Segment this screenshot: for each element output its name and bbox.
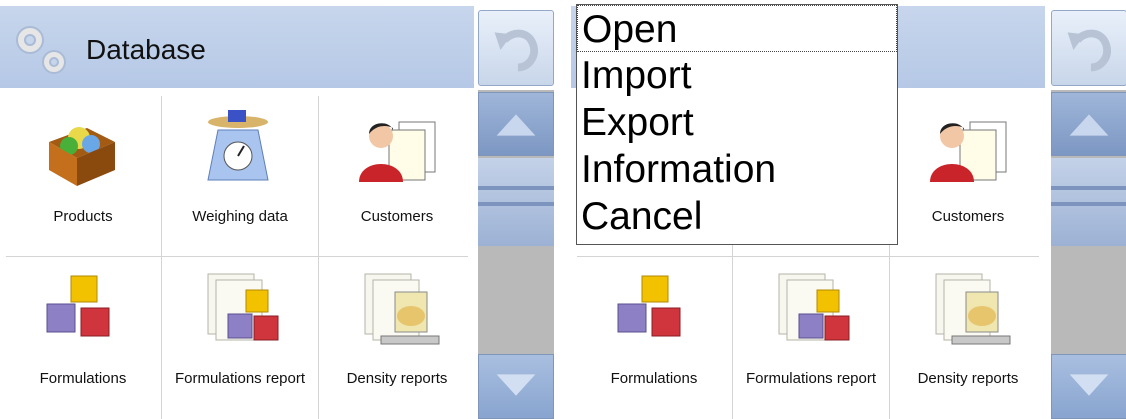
database-screen-left: Database Products Weighing data Customer… (0, 0, 556, 419)
tile-formulations-report[interactable]: Formulations report (734, 258, 888, 417)
scroll-up-button[interactable] (1051, 92, 1126, 156)
density-report-icon (364, 273, 440, 345)
tile-products[interactable]: Products (6, 96, 160, 255)
tile-formulations-report[interactable]: Formulations report (163, 258, 317, 417)
menu-item-open[interactable]: Open (577, 5, 897, 52)
scale-icon (207, 110, 269, 181)
tile-grid: Products Weighing data Customers Formula… (6, 96, 474, 419)
tile-formulations[interactable]: Formulations (6, 258, 160, 417)
tile-label: Customers (931, 208, 1005, 225)
tile-label: Customers (360, 208, 434, 225)
menu-item-information[interactable]: Information (577, 146, 897, 193)
formulation-report-icon (778, 273, 850, 341)
divider (6, 256, 468, 257)
scroll-down-button[interactable] (478, 354, 554, 419)
customer-icon (359, 121, 436, 182)
tile-label: Density reports (917, 370, 1019, 387)
tile-density-reports[interactable]: Density reports (891, 258, 1045, 417)
arrow-down-icon (1069, 374, 1109, 396)
undo-arrow-icon (1067, 29, 1111, 72)
back-button[interactable] (478, 10, 554, 86)
tile-weighing-data[interactable]: Weighing data (163, 96, 317, 255)
divider (161, 96, 162, 419)
arrow-up-icon (496, 114, 536, 136)
arrow-up-icon (1069, 114, 1109, 136)
tile-customers[interactable]: Customers (891, 96, 1045, 255)
divider (318, 96, 319, 419)
scrollbar[interactable] (1051, 90, 1126, 419)
cubes-icon (617, 275, 681, 337)
header-bar: Database (0, 6, 474, 88)
menu-item-import[interactable]: Import (577, 52, 897, 99)
customer-icon (930, 121, 1007, 182)
tile-label: Weighing data (192, 208, 288, 225)
gears-icon (16, 26, 66, 74)
density-report-icon (935, 273, 1011, 345)
page-title: Database (86, 34, 206, 65)
scroll-thumb[interactable] (1051, 158, 1126, 246)
tile-customers[interactable]: Customers (320, 96, 474, 255)
scroll-thumb[interactable] (478, 158, 554, 246)
tile-label: Formulations report (745, 370, 877, 387)
back-button[interactable] (1051, 10, 1126, 86)
tile-label: Formulations (610, 370, 698, 387)
tile-label: Products (53, 208, 113, 225)
menu-item-export[interactable]: Export (577, 99, 897, 146)
tile-density-reports[interactable]: Density reports (320, 258, 474, 417)
divider (577, 256, 1039, 257)
scroll-down-button[interactable] (1051, 354, 1126, 419)
tile-label: Formulations report (174, 370, 306, 387)
tile-formulations[interactable]: Formulations (577, 258, 731, 417)
tile-label: Formulations (39, 370, 127, 387)
scrollbar[interactable] (478, 90, 554, 419)
scroll-up-button[interactable] (478, 92, 554, 156)
menu-item-cancel[interactable]: Cancel (577, 193, 897, 240)
cubes-icon (46, 275, 110, 337)
arrow-down-icon (496, 374, 536, 396)
context-menu: Open Import Export Information Cancel (576, 4, 898, 245)
undo-arrow-icon (494, 29, 538, 72)
products-box-icon (49, 127, 115, 186)
tile-label: Density reports (346, 370, 448, 387)
formulation-report-icon (207, 273, 279, 341)
